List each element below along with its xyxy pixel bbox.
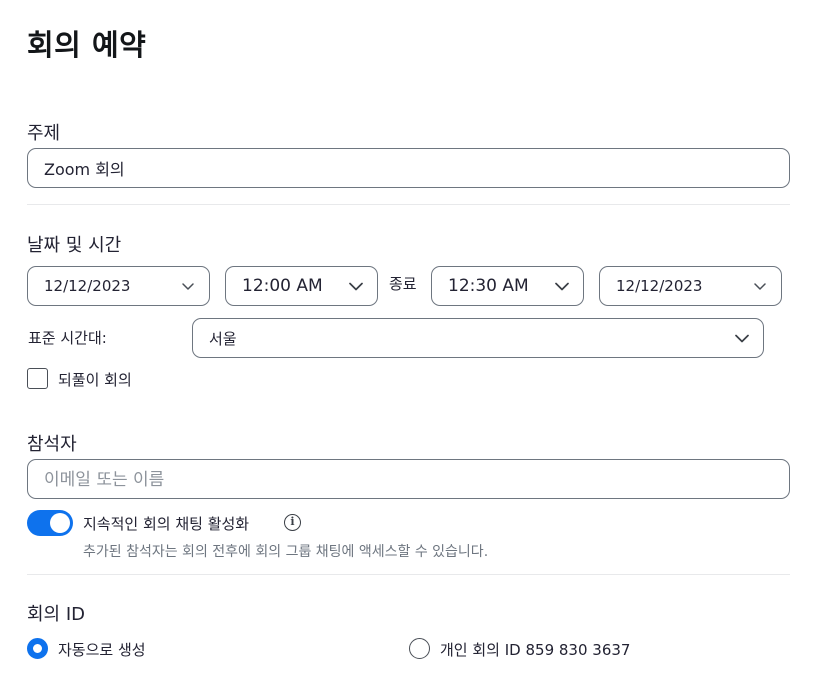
chevron-down-icon	[753, 279, 767, 293]
continuous-chat-toggle[interactable]	[27, 510, 73, 536]
end-label: 종료	[389, 275, 417, 293]
start-time-value: 12:00 AM	[242, 276, 323, 296]
timezone-value: 서울	[209, 329, 237, 348]
recurring-checkbox[interactable]	[27, 368, 48, 389]
chevron-down-icon	[349, 279, 363, 293]
meeting-id-label: 회의 ID	[27, 604, 86, 625]
start-date-value: 12/12/2023	[44, 277, 131, 295]
divider	[27, 574, 790, 575]
end-date-picker[interactable]: 12/12/2023	[599, 266, 782, 306]
personal-meeting-id-label: 개인 회의 ID 859 830 3637	[440, 641, 631, 659]
datetime-label: 날짜 및 시간	[27, 235, 122, 256]
info-icon[interactable]: i	[284, 514, 301, 531]
end-date-value: 12/12/2023	[616, 277, 703, 295]
chevron-down-icon	[555, 279, 569, 293]
continuous-chat-hint: 추가된 참석자는 회의 전후에 회의 그룹 채팅에 액세스할 수 있습니다.	[83, 544, 489, 560]
start-time-select[interactable]: 12:00 AM	[225, 266, 378, 306]
chevron-down-icon	[735, 331, 749, 345]
recurring-label: 되풀이 회의	[58, 371, 132, 389]
topic-label: 주제	[27, 123, 61, 144]
end-time-select[interactable]: 12:30 AM	[431, 266, 584, 306]
divider	[27, 204, 790, 205]
attendees-label: 참석자	[27, 434, 77, 455]
continuous-chat-label: 지속적인 회의 채팅 활성화	[83, 515, 250, 533]
auto-generate-label: 자동으로 생성	[58, 641, 146, 659]
topic-input[interactable]	[27, 148, 790, 188]
auto-generate-radio[interactable]	[27, 638, 48, 659]
attendees-input[interactable]	[27, 459, 790, 499]
page-title: 회의 예약	[27, 28, 147, 62]
personal-meeting-id-radio[interactable]	[409, 638, 430, 659]
start-date-picker[interactable]: 12/12/2023	[27, 266, 210, 306]
chevron-down-icon	[181, 279, 195, 293]
end-time-value: 12:30 AM	[448, 276, 529, 296]
timezone-label: 표준 시간대:	[28, 329, 107, 347]
toggle-knob	[50, 513, 70, 533]
timezone-select[interactable]: 서울	[192, 318, 764, 358]
